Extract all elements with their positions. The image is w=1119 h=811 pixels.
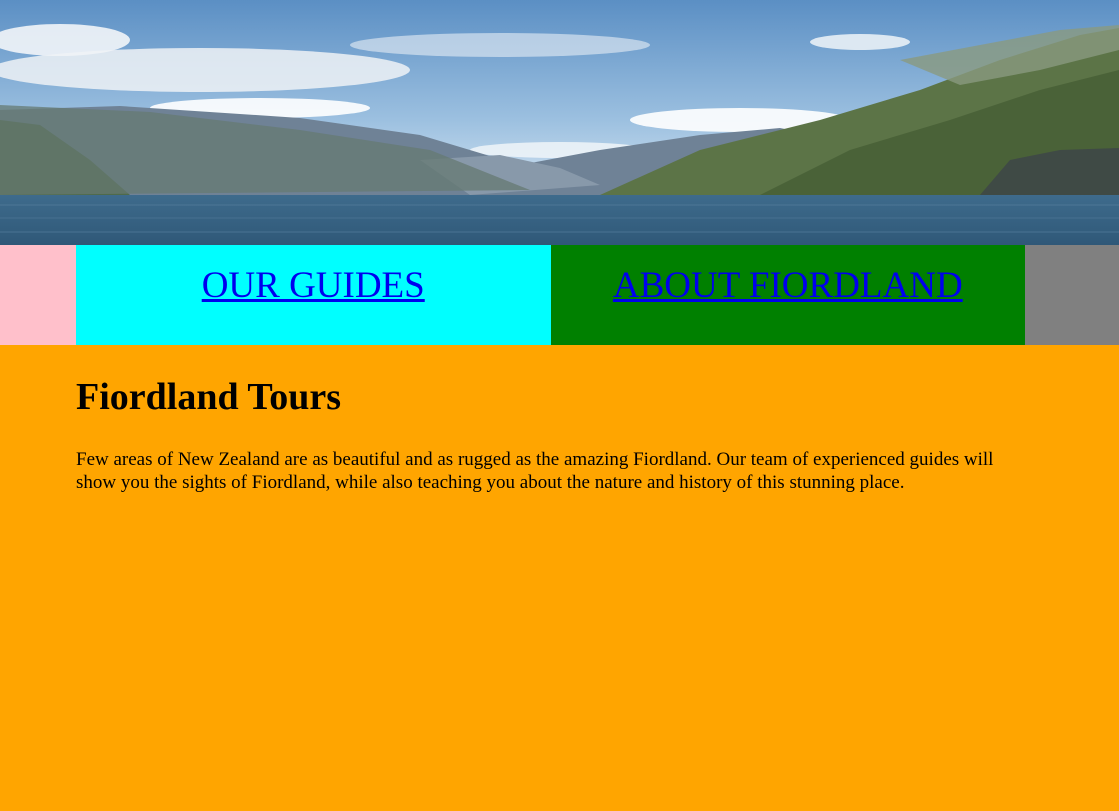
intro-paragraph: Few areas of New Zealand are as beautifu… [76, 449, 994, 493]
our-guides-link[interactable]: OUR GUIDES [202, 265, 425, 307]
nav-right-filler [1025, 245, 1119, 345]
main-content: Fiordland Tours Few areas of New Zealand… [76, 345, 1026, 494]
page-title: Fiordland Tours [76, 376, 342, 418]
page: OUR GUIDES ABOUT FIORDLAND Fiordland Tou… [0, 0, 1119, 811]
nav-item-our-guides: OUR GUIDES [75, 245, 551, 345]
main-nav: OUR GUIDES ABOUT FIORDLAND [0, 245, 1119, 345]
nav-left-filler [0, 245, 76, 345]
hero-image [0, 0, 1119, 245]
about-fiordland-link[interactable]: ABOUT FIORDLAND [613, 265, 963, 307]
nav-item-about-fiordland: ABOUT FIORDLAND [550, 245, 1026, 345]
